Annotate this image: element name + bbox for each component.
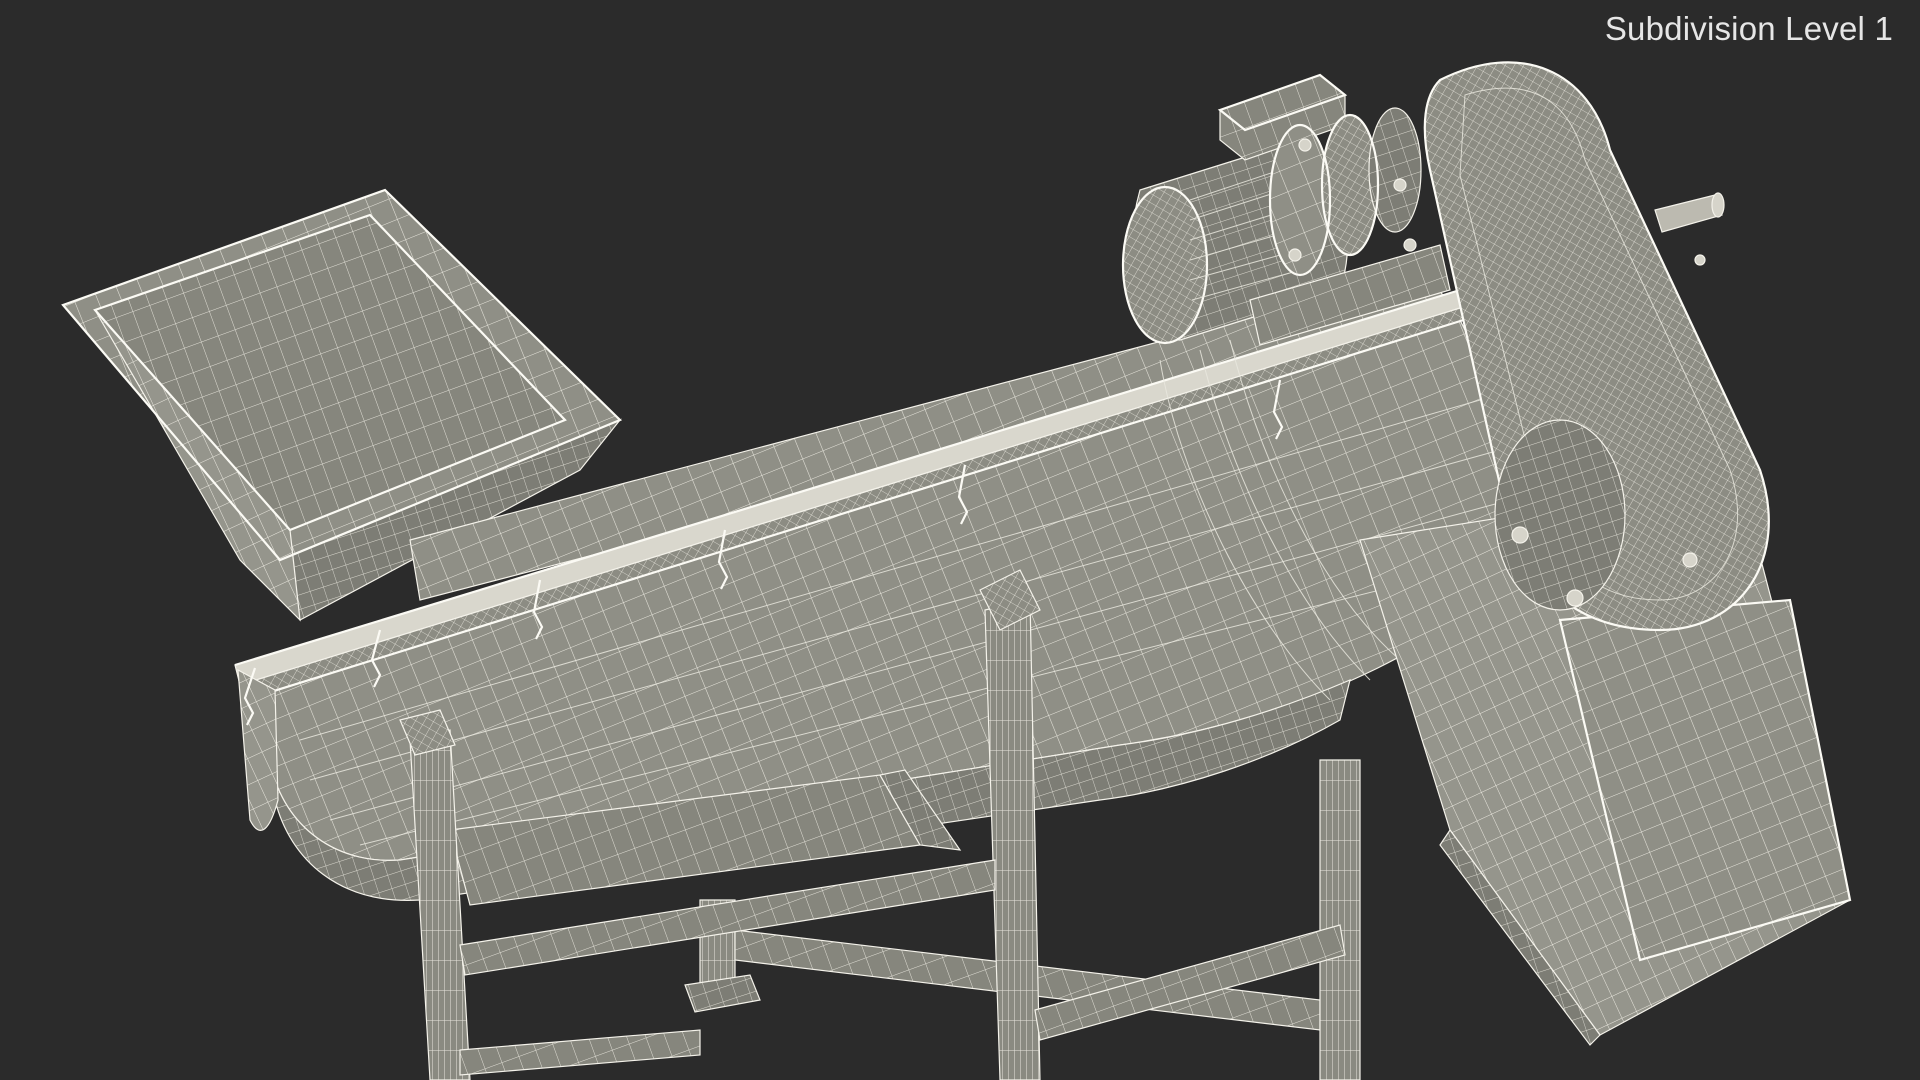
- drive-shaft: [1654, 192, 1725, 233]
- wireframe-render: [61, 61, 1852, 1080]
- electric-motor: [1121, 73, 1451, 346]
- subdivision-level-label: Subdivision Level 1: [1604, 10, 1893, 47]
- 3d-viewport[interactable]: Subdivision Level 1: [0, 0, 1920, 1080]
